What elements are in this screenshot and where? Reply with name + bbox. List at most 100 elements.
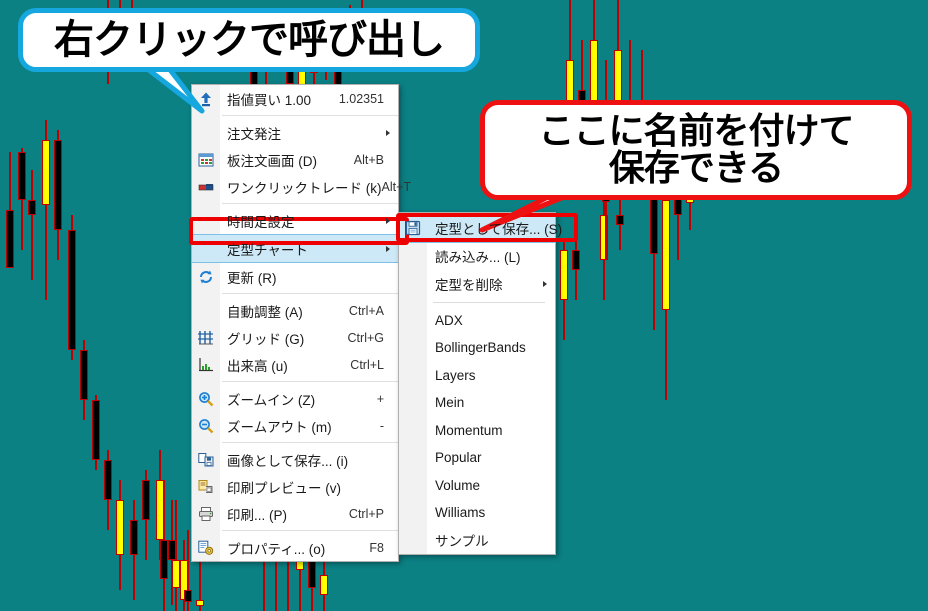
candle-wick <box>175 500 177 611</box>
menu-separator <box>222 530 398 531</box>
menu-item-17[interactable]: 画像として保存... (i) <box>192 446 398 473</box>
chevron-right-icon <box>543 280 547 287</box>
menu-item-8[interactable]: 更新 (R) <box>192 263 398 290</box>
menu-separator <box>222 293 398 294</box>
candle-body <box>92 400 100 460</box>
menu-item-label: 自動調整 (A) <box>227 304 303 320</box>
menu-item-0[interactable]: 指値買い 1.00 1.02351 <box>192 85 398 112</box>
candle-body <box>160 540 168 580</box>
menu-item-2[interactable]: 定型を削除 <box>399 270 555 298</box>
menu-item-2[interactable]: 注文発注 <box>192 119 398 146</box>
menu-item-6[interactable]: 時間足設定 <box>192 207 398 234</box>
menu-item-label: 定型として保存... (S) <box>435 221 563 237</box>
menu-item-4[interactable]: ワンクリックトレード (k) Alt+T <box>192 173 411 200</box>
callout-right-click: 右クリックで呼び出し <box>18 8 480 72</box>
menu-item-label: Momentum <box>435 422 503 438</box>
no-icon <box>399 444 427 471</box>
menu-item-15[interactable]: ズームアウト (m) - <box>192 412 398 439</box>
menu-item-4[interactable]: ADX <box>399 307 555 335</box>
menu-item-accelerator: Alt+B <box>353 152 384 167</box>
menu-separator <box>222 442 398 443</box>
menu-item-21[interactable]: プロパティ... (o) F8 <box>192 534 398 561</box>
chevron-right-icon <box>386 245 390 252</box>
menu-item-1[interactable]: 読み込み... (L) <box>399 243 555 271</box>
candle-body <box>184 590 192 602</box>
callout-save-name-line1: ここに名前を付けて <box>538 110 854 152</box>
candle-body <box>28 200 36 215</box>
menu-item-18[interactable]: 印刷プレビュー (v) <box>192 473 398 500</box>
menu-item-label: 時間足設定 <box>227 214 295 230</box>
refresh-icon <box>192 263 220 290</box>
candle-body <box>172 560 180 589</box>
no-icon <box>399 417 427 444</box>
menu-item-8[interactable]: Momentum <box>399 417 555 445</box>
menu-item-label: 出来高 (u) <box>227 358 288 374</box>
candle-body <box>80 350 88 400</box>
menu-item-label: 指値買い 1.00 <box>227 92 312 108</box>
menu-item-label: 更新 (R) <box>227 270 277 286</box>
candle-body <box>560 250 568 300</box>
menu-item-label: BollingerBands <box>435 340 526 356</box>
candle-body <box>68 230 76 350</box>
no-icon <box>399 527 427 554</box>
menu-item-3[interactable]: 板注文画面 (D) Alt+B <box>192 146 398 173</box>
candle-wick <box>31 170 33 280</box>
no-icon <box>399 362 427 389</box>
menu-item-accelerator: Ctrl+L <box>350 357 384 372</box>
grid-icon <box>192 324 220 351</box>
menu-item-14[interactable]: ズームイン (Z) + <box>192 385 398 412</box>
menu-item-0[interactable]: 定型として保存... (S) <box>399 213 562 243</box>
no-icon <box>399 389 427 416</box>
depth-grid-icon <box>192 146 220 173</box>
save-template-icon <box>399 214 427 241</box>
callout-save-name-line2: 保存できる <box>608 147 784 188</box>
no-icon <box>399 499 427 526</box>
menu-item-12[interactable]: サンプル <box>399 527 555 555</box>
menu-separator <box>222 115 398 116</box>
menu-item-label: ADX <box>435 312 463 328</box>
chart-context-menu[interactable]: 指値買い 1.00 1.02351 注文発注板注文画面 (D) Alt+B ワンクリック… <box>191 84 411 562</box>
menu-item-label: 注文発注 <box>227 126 281 142</box>
menu-item-10[interactable]: 自動調整 (A) Ctrl+A <box>192 297 398 324</box>
candle-body <box>196 600 204 607</box>
menu-item-7[interactable]: Mein <box>399 389 555 417</box>
menu-item-accelerator: Alt+T <box>381 179 412 194</box>
chevron-right-icon <box>386 129 390 136</box>
candle-body <box>616 215 624 225</box>
menu-item-12[interactable]: 出来高 (u) Ctrl+L <box>192 351 398 378</box>
candle-body <box>116 500 124 555</box>
save-image-icon <box>192 446 220 473</box>
menu-item-label: Volume <box>435 477 481 493</box>
chevron-right-icon <box>386 217 390 224</box>
no-icon <box>399 334 427 361</box>
menu-item-11[interactable]: Williams <box>399 499 555 527</box>
menu-item-6[interactable]: Layers <box>399 362 555 390</box>
callout-right-click-text: 右クリックで呼び出し <box>54 17 445 62</box>
menu-item-label: Mein <box>435 395 465 411</box>
no-icon <box>399 307 427 334</box>
menu-item-11[interactable]: グリッド (G) Ctrl+G <box>192 324 398 351</box>
menu-item-label: 読み込み... (L) <box>435 250 521 266</box>
no-icon <box>192 207 220 234</box>
candle-body <box>104 460 112 500</box>
menu-item-label: Layers <box>435 367 476 383</box>
menu-item-10[interactable]: Volume <box>399 472 555 500</box>
candle-body <box>662 200 670 310</box>
menu-item-accelerator: Ctrl+P <box>348 506 384 521</box>
menu-item-label: Williams <box>435 505 486 521</box>
candle-wick <box>619 200 621 250</box>
menu-item-label: ズームイン (Z) <box>227 392 316 408</box>
candle-body <box>308 560 316 589</box>
zoom-out-icon <box>192 412 220 439</box>
menu-item-19[interactable]: 印刷... (P) Ctrl+P <box>192 500 398 527</box>
candle-body <box>142 480 150 520</box>
candle-body <box>130 520 138 555</box>
menu-item-5[interactable]: BollingerBands <box>399 334 555 362</box>
blue-up-arrow-icon <box>192 85 220 112</box>
menu-item-9[interactable]: Popular <box>399 444 555 472</box>
menu-item-accelerator: 1.02351 <box>338 91 384 106</box>
menu-item-7[interactable]: 定型チャート <box>192 234 398 263</box>
menu-separator <box>222 203 398 204</box>
candle-body <box>18 152 26 200</box>
template-submenu[interactable]: 定型として保存... (S) 読み込み... (L) 定型を削除 ADX Bolling… <box>398 212 562 555</box>
